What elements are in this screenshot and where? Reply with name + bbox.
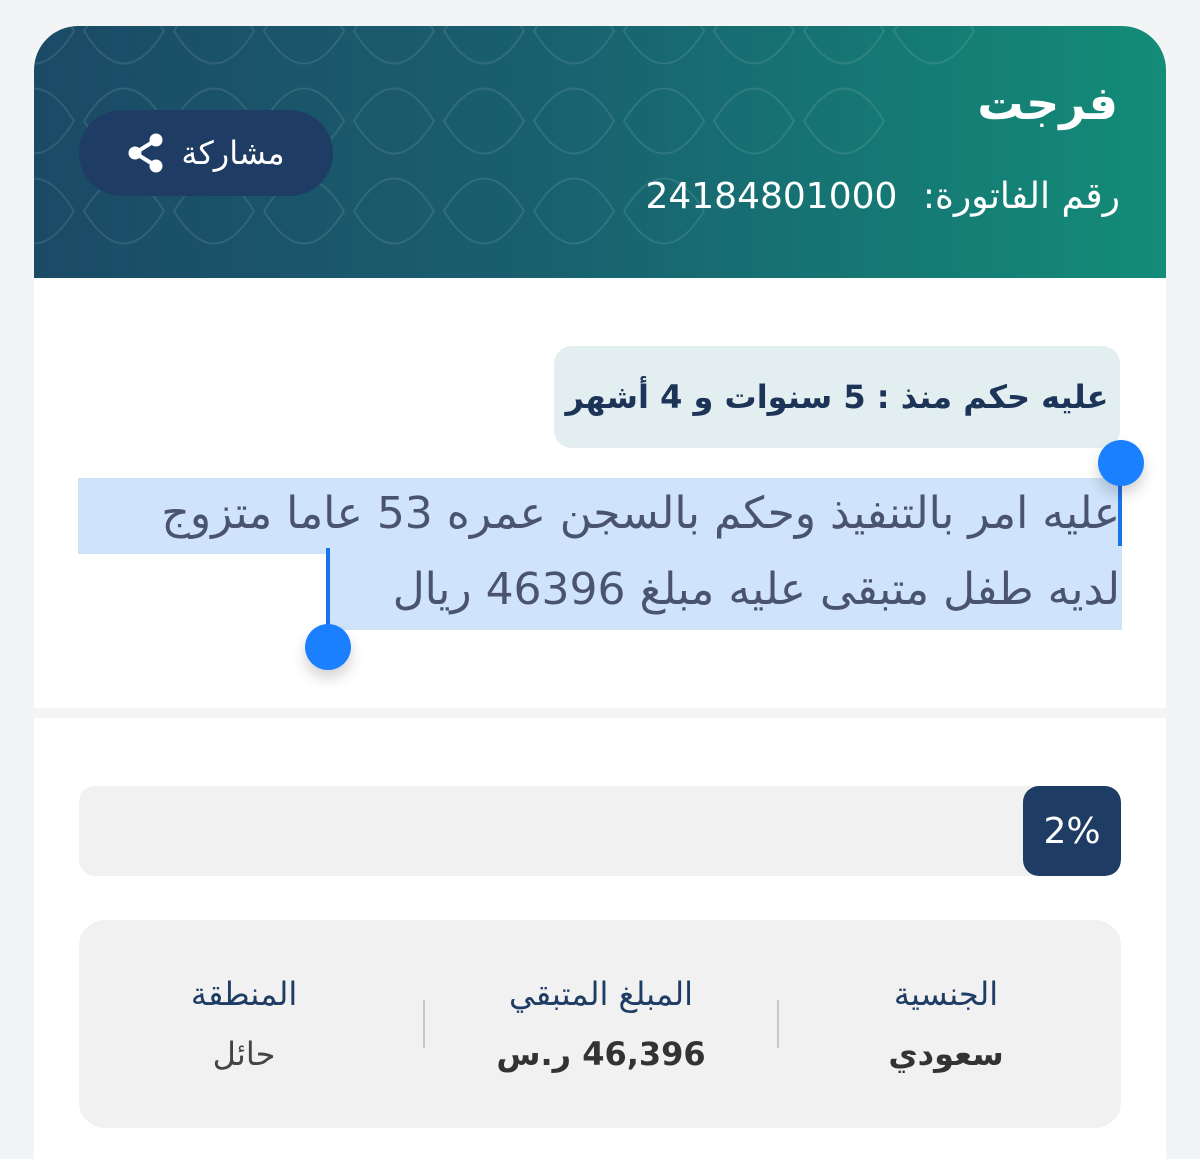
remaining-amount-value: 46,396 ر.س [496,1035,706,1073]
share-button[interactable]: مشاركة [79,110,333,196]
region-value: حائل [212,1035,276,1073]
card-header: فرجت رقم الفاتورة: 24184801000 مشاركة [34,26,1166,278]
progress-label: 2% [1043,810,1101,852]
case-card: فرجت رقم الفاتورة: 24184801000 مشاركة عل… [34,26,1166,708]
remaining-amount-column: المبلغ المتبقي 46,396 ر.س [424,920,778,1128]
progress-bar: 2% [79,786,1121,876]
selection-end-handle-bar [326,548,330,628]
invoice-number: 24184801000 [645,176,898,217]
case-description[interactable]: عليه امر بالتنفيذ وحكم بالسجن عمره 53 عا… [76,476,1120,628]
description-line-1: عليه امر بالتنفيذ وحكم بالسجن عمره 53 عا… [161,488,1120,539]
region-label: المنطقة [190,975,298,1013]
share-icon [127,133,165,173]
region-column: المنطقة حائل [79,920,409,1128]
page: فرجت رقم الفاتورة: 24184801000 مشاركة عل… [0,0,1200,1159]
info-box: الجنسية سعودي المبلغ المتبقي 46,396 ر.س … [79,920,1121,1128]
donation-card: 2% الجنسية سعودي المبلغ المتبقي 46,396 ر… [34,718,1166,1159]
nationality-label: الجنسية [893,975,999,1013]
nationality-column: الجنسية سعودي [771,920,1121,1128]
selection-end-handle[interactable] [305,624,351,670]
progress-fill: 2% [1023,786,1121,876]
invoice-label: رقم الفاتورة: [922,176,1120,217]
invoice-line: رقم الفاتورة: 24184801000 [645,176,1120,217]
share-button-label: مشاركة [181,134,285,172]
page-title: فرجت [977,76,1118,130]
selection-start-handle[interactable] [1098,440,1144,486]
description-line-2: لديه طفل متبقى عليه مبلغ 46396 ريال [392,564,1120,615]
nationality-value: سعودي [888,1035,1004,1073]
divider [423,1000,425,1048]
remaining-amount-label: المبلغ المتبقي [509,975,693,1013]
duration-badge: عليه حكم منذ : 5 سنوات و 4 أشهر [554,346,1120,448]
